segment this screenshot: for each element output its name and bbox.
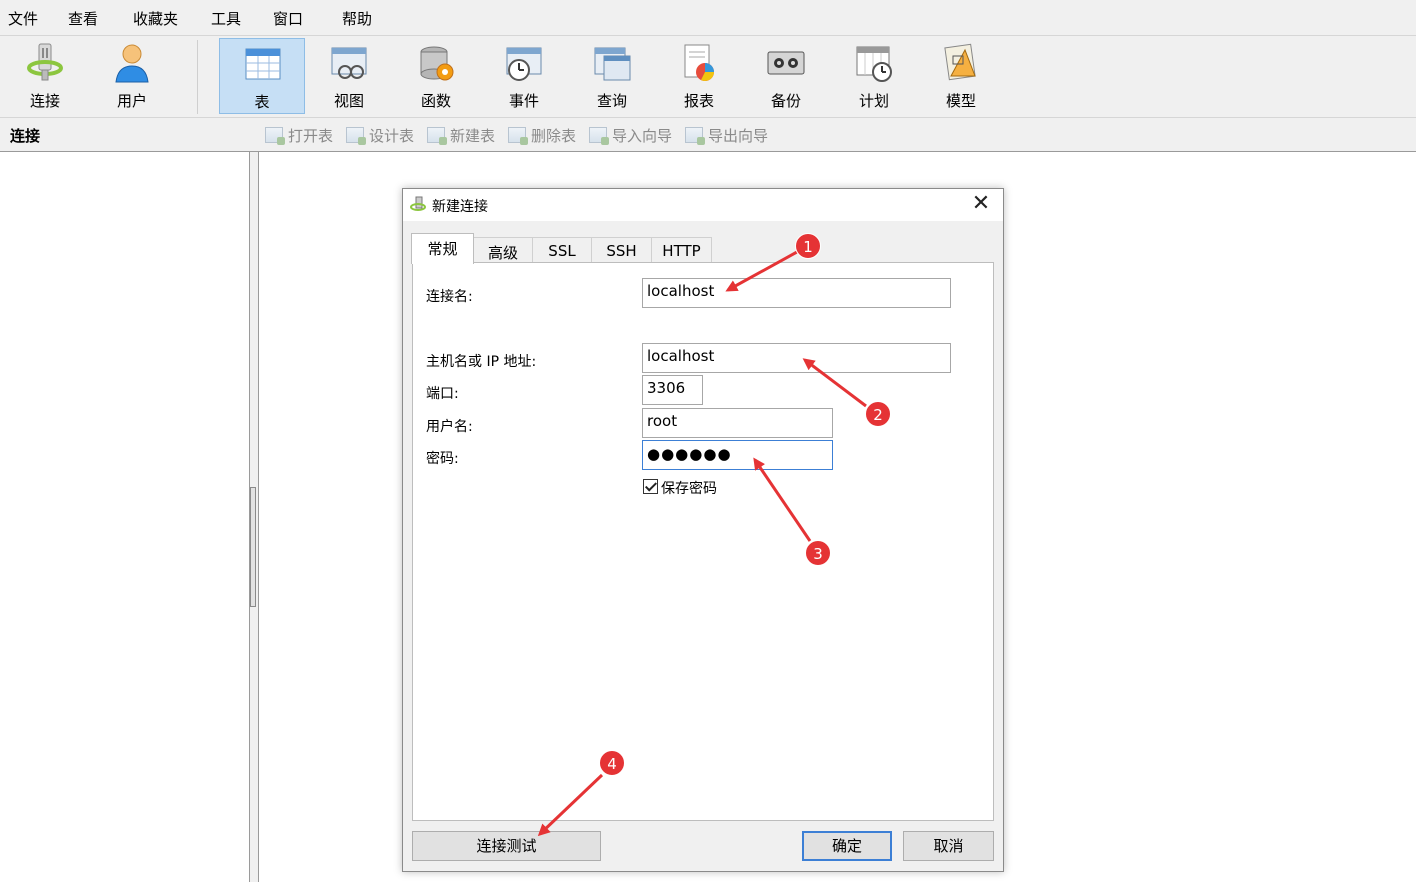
- toolbar-function-button[interactable]: 函数: [393, 38, 479, 114]
- toolbar-connection-button[interactable]: 连接: [2, 38, 88, 114]
- menu-help[interactable]: 帮助: [342, 8, 372, 29]
- panel-splitter[interactable]: [250, 152, 259, 882]
- username-label: 用户名:: [426, 419, 473, 435]
- toolbar-model-button[interactable]: 模型: [918, 38, 1004, 114]
- import-wizard-button[interactable]: 导入向导: [589, 125, 672, 146]
- delete-table-icon: [508, 127, 528, 145]
- annotation-badge-4: 4: [599, 750, 625, 776]
- toolbar-backup-button[interactable]: 备份: [743, 38, 829, 114]
- menu-file[interactable]: 文件: [8, 8, 38, 29]
- toolbar-view-button[interactable]: 视图: [306, 38, 392, 114]
- new-table-label: 新建表: [450, 127, 496, 145]
- import-wizard-label: 导入向导: [612, 127, 673, 145]
- username-field[interactable]: root: [642, 408, 833, 438]
- toolbar-separator: [197, 40, 198, 114]
- toolbar-view-label: 视图: [333, 92, 364, 110]
- toolbar-backup-label: 备份: [770, 92, 801, 110]
- tab-advanced[interactable]: 高级: [473, 237, 533, 263]
- connection-name-label: 连接名:: [426, 289, 473, 305]
- annotation-badge-2: 2: [865, 401, 891, 427]
- open-table-button[interactable]: 打开表: [265, 125, 333, 146]
- new-connection-dialog: 新建连接 ✕ 常规 高级 SSL SSH HTTP 连接名: localhost…: [402, 188, 1004, 872]
- function-icon: [420, 46, 454, 81]
- ok-button[interactable]: 确定: [802, 831, 892, 861]
- toolbar-event-button[interactable]: 事件: [481, 38, 567, 114]
- tab-http[interactable]: HTTP: [651, 237, 712, 263]
- new-table-button[interactable]: 新建表: [427, 125, 495, 146]
- menu-bar: 文件 查看 收藏夹 工具 窗口 帮助: [0, 0, 1416, 36]
- main-toolbar: 连接 用户 表 视图 函数 事件 查询 报表 备份 计划 模型: [0, 36, 1416, 118]
- password-mask: ●●●●●●: [647, 445, 732, 463]
- toolbar-schedule-button[interactable]: 计划: [831, 38, 917, 114]
- query-icon: [594, 47, 631, 81]
- splitter-grip[interactable]: [250, 487, 256, 607]
- password-field[interactable]: ●●●●●●: [642, 440, 833, 470]
- delete-table-label: 删除表: [531, 127, 577, 145]
- connection-tree-panel[interactable]: [0, 152, 250, 882]
- toolbar-connection-label: 连接: [29, 92, 60, 110]
- port-field[interactable]: 3306: [642, 375, 703, 405]
- toolbar-model-label: 模型: [945, 92, 976, 110]
- open-table-label: 打开表: [288, 127, 334, 145]
- design-table-label: 设计表: [369, 127, 415, 145]
- save-password-label[interactable]: 保存密码: [661, 478, 717, 498]
- open-table-icon: [265, 127, 285, 145]
- toolbar-schedule-label: 计划: [858, 92, 889, 110]
- toolbar-table-label: 表: [254, 93, 270, 111]
- connection-panel-header: 连接: [10, 127, 41, 145]
- close-icon[interactable]: ✕: [969, 193, 993, 217]
- export-wizard-label: 导出向导: [708, 127, 769, 145]
- host-field[interactable]: localhost: [642, 343, 951, 373]
- menu-window[interactable]: 窗口: [273, 8, 303, 29]
- test-connection-button[interactable]: 连接测试: [412, 831, 601, 861]
- toolbar-user-label: 用户: [116, 92, 147, 110]
- dialog-title: 新建连接: [432, 199, 488, 215]
- toolbar-event-label: 事件: [508, 92, 539, 110]
- new-table-icon: [427, 127, 447, 145]
- password-label: 密码:: [426, 451, 459, 467]
- export-wizard-icon: [685, 127, 705, 145]
- toolbar-report-label: 报表: [683, 92, 714, 110]
- schedule-calendar-icon: [856, 46, 892, 82]
- import-wizard-icon: [589, 127, 609, 145]
- host-label: 主机名或 IP 地址:: [426, 354, 537, 370]
- view-icon: [331, 47, 367, 79]
- menu-view[interactable]: 查看: [68, 8, 98, 29]
- menu-tools[interactable]: 工具: [211, 8, 241, 29]
- save-password-checkbox[interactable]: [643, 479, 658, 494]
- toolbar-query-button[interactable]: 查询: [569, 38, 655, 114]
- backup-tape-icon: [767, 51, 805, 75]
- design-table-button[interactable]: 设计表: [346, 125, 414, 146]
- cancel-button[interactable]: 取消: [903, 831, 994, 861]
- toolbar-report-button[interactable]: 报表: [656, 38, 742, 114]
- export-wizard-button[interactable]: 导出向导: [685, 125, 768, 146]
- delete-table-button[interactable]: 删除表: [508, 125, 576, 146]
- dialog-titlebar[interactable]: 新建连接 ✕: [403, 189, 1003, 221]
- annotation-badge-1: 1: [795, 233, 821, 259]
- toolbar-user-button[interactable]: 用户: [89, 38, 175, 114]
- table-icon: [245, 48, 281, 80]
- connection-plug-icon: [410, 196, 426, 211]
- report-icon: [684, 44, 714, 81]
- app-window: { "menu": { "items": ["文件", "查看", "收藏夹",…: [0, 0, 1416, 882]
- general-tab-panel: 连接名: localhost 主机名或 IP 地址: localhost 端口:…: [412, 262, 994, 821]
- connection-name-field[interactable]: localhost: [642, 278, 951, 308]
- toolbar-table-button[interactable]: 表: [219, 38, 305, 114]
- toolbar-query-label: 查询: [596, 92, 627, 110]
- connection-plug-icon: [27, 43, 63, 81]
- menu-favorites[interactable]: 收藏夹: [133, 8, 178, 29]
- tab-ssl[interactable]: SSL: [532, 237, 592, 263]
- model-icon: [944, 43, 976, 81]
- port-label: 端口:: [426, 386, 459, 402]
- user-icon: [115, 44, 149, 83]
- annotation-badge-3: 3: [805, 540, 831, 566]
- event-clock-icon: [506, 47, 542, 81]
- object-toolbar: 连接 打开表 设计表 新建表 删除表 导入向导 导出向导: [0, 118, 1416, 152]
- toolbar-function-label: 函数: [420, 92, 451, 110]
- tab-general[interactable]: 常规: [411, 233, 474, 264]
- tab-ssh[interactable]: SSH: [591, 237, 652, 263]
- design-table-icon: [346, 127, 366, 145]
